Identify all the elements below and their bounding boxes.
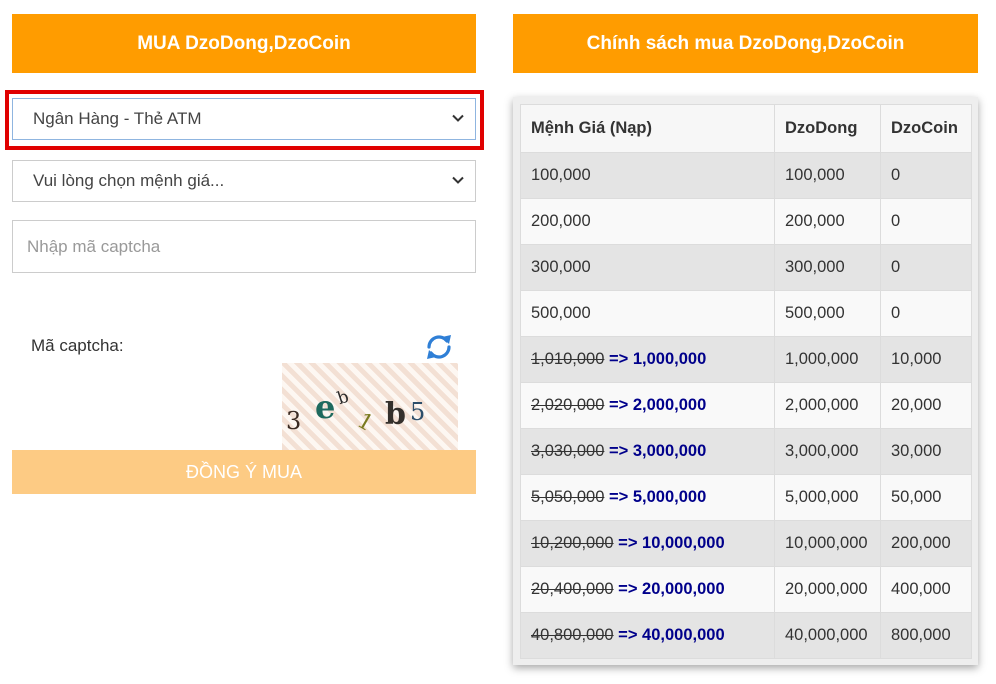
agree-buy-button[interactable]: ĐỒNG Ý MUA	[12, 450, 476, 494]
old-price: 20,400,000	[531, 580, 614, 598]
col-header-dzodong: DzoDong	[774, 104, 881, 153]
price-arrow: =>	[604, 396, 633, 414]
discounted-price: 3,000,000	[632, 442, 707, 460]
denomination-value: 200,000	[531, 212, 591, 230]
policy-title: Chính sách mua DzoDong,DzoCoin	[586, 32, 905, 54]
old-price: 3,030,000	[531, 442, 605, 460]
denomination-cell: 1,010,000 => 1,000,000	[520, 336, 775, 383]
refresh-icon[interactable]	[422, 332, 456, 362]
policy-table: Mệnh Giá (Nạp) DzoDong DzoCoin 100,000 1…	[520, 104, 972, 659]
dzodong-cell: 40,000,000	[774, 612, 881, 659]
discounted-price: 40,000,000	[642, 626, 725, 644]
table-row: 300,000 300,000 0	[520, 244, 972, 291]
old-price: 10,200,000	[531, 534, 614, 552]
captcha-image: 3 e b 1 b 5	[282, 363, 458, 450]
table-row: 1,010,000 => 1,000,000 1,000,000 10,000	[520, 336, 972, 383]
col-header-dzocoin: DzoCoin	[880, 104, 972, 153]
col-header-denomination: Mệnh Giá (Nạp)	[520, 104, 775, 153]
captcha-input[interactable]	[12, 220, 476, 273]
policy-panel: Mệnh Giá (Nạp) DzoDong DzoCoin 100,000 1…	[513, 97, 978, 665]
dzocoin-cell: 0	[880, 290, 972, 337]
amount-select-placeholder: Vui lòng chọn mệnh giá...	[33, 171, 225, 190]
table-row: 3,030,000 => 3,000,000 3,000,000 30,000	[520, 428, 972, 475]
payment-method-value: Ngân Hàng - Thẻ ATM	[33, 109, 202, 128]
discounted-price: 5,000,000	[632, 488, 707, 506]
dzodong-cell: 100,000	[774, 152, 881, 199]
dzocoin-cell: 0	[880, 152, 972, 199]
dzocoin-cell: 800,000	[880, 612, 972, 659]
denomination-cell: 10,200,000 => 10,000,000	[520, 520, 775, 567]
dzocoin-cell: 0	[880, 198, 972, 245]
dzodong-cell: 500,000	[774, 290, 881, 337]
dzodong-cell: 3,000,000	[774, 428, 881, 475]
old-price: 2,020,000	[531, 396, 605, 414]
table-row: 40,800,000 => 40,000,000 40,000,000 800,…	[520, 612, 972, 659]
svg-text:1: 1	[353, 408, 378, 437]
dzocoin-cell: 50,000	[880, 474, 972, 521]
dzodong-cell: 2,000,000	[774, 382, 881, 429]
captcha-label: Mã captcha:	[31, 336, 124, 355]
svg-text:b: b	[385, 397, 406, 432]
denomination-value: 100,000	[531, 166, 591, 184]
svg-text:b: b	[335, 387, 352, 409]
svg-text:3: 3	[286, 407, 301, 435]
amount-select[interactable]: Vui lòng chọn mệnh giá...	[12, 160, 476, 202]
chevron-down-icon	[452, 176, 464, 184]
dzocoin-cell: 30,000	[880, 428, 972, 475]
discounted-price: 20,000,000	[642, 580, 725, 598]
old-price: 1,010,000	[531, 350, 605, 368]
price-arrow: =>	[604, 350, 633, 368]
discounted-price: 2,000,000	[632, 396, 707, 414]
denomination-cell: 2,020,000 => 2,000,000	[520, 382, 775, 429]
payment-method-select[interactable]: Ngân Hàng - Thẻ ATM	[12, 98, 476, 140]
denomination-cell: 500,000	[520, 290, 775, 337]
table-header-row: Mệnh Giá (Nạp) DzoDong DzoCoin	[520, 104, 972, 153]
price-arrow: =>	[604, 442, 633, 460]
dzocoin-cell: 400,000	[880, 566, 972, 613]
dzodong-cell: 5,000,000	[774, 474, 881, 521]
policy-header: Chính sách mua DzoDong,DzoCoin	[513, 14, 978, 73]
table-row: 200,000 200,000 0	[520, 198, 972, 245]
dzodong-cell: 20,000,000	[774, 566, 881, 613]
dzodong-cell: 1,000,000	[774, 336, 881, 383]
chevron-down-icon	[452, 114, 464, 122]
denomination-value: 300,000	[531, 258, 591, 276]
buy-form-title: MUA DzoDong,DzoCoin	[137, 32, 351, 54]
denomination-cell: 300,000	[520, 244, 775, 291]
denomination-cell: 200,000	[520, 198, 775, 245]
dzodong-cell: 10,000,000	[774, 520, 881, 567]
denomination-cell: 3,030,000 => 3,000,000	[520, 428, 775, 475]
dzodong-cell: 200,000	[774, 198, 881, 245]
denomination-cell: 20,400,000 => 20,000,000	[520, 566, 775, 613]
buy-form-header: MUA DzoDong,DzoCoin	[12, 14, 476, 73]
dzocoin-cell: 10,000	[880, 336, 972, 383]
svg-text:e: e	[315, 388, 335, 426]
price-arrow: =>	[613, 534, 643, 552]
table-row: 2,020,000 => 2,000,000 2,000,000 20,000	[520, 382, 972, 429]
price-arrow: =>	[613, 626, 643, 644]
table-row: 5,050,000 => 5,000,000 5,000,000 50,000	[520, 474, 972, 521]
old-price: 40,800,000	[531, 626, 614, 644]
table-row: 500,000 500,000 0	[520, 290, 972, 337]
denomination-cell: 40,800,000 => 40,000,000	[520, 612, 775, 659]
denomination-cell: 5,050,000 => 5,000,000	[520, 474, 775, 521]
dzocoin-cell: 20,000	[880, 382, 972, 429]
svg-text:5: 5	[410, 398, 425, 426]
table-row: 100,000 100,000 0	[520, 152, 972, 199]
dzocoin-cell: 200,000	[880, 520, 972, 567]
dzodong-cell: 300,000	[774, 244, 881, 291]
price-arrow: =>	[604, 488, 633, 506]
price-arrow: =>	[613, 580, 643, 598]
old-price: 5,050,000	[531, 488, 605, 506]
dzocoin-cell: 0	[880, 244, 972, 291]
table-row: 10,200,000 => 10,000,000 10,000,000 200,…	[520, 520, 972, 567]
denomination-value: 500,000	[531, 304, 591, 322]
denomination-cell: 100,000	[520, 152, 775, 199]
table-row: 20,400,000 => 20,000,000 20,000,000 400,…	[520, 566, 972, 613]
discounted-price: 10,000,000	[642, 534, 725, 552]
discounted-price: 1,000,000	[632, 350, 707, 368]
